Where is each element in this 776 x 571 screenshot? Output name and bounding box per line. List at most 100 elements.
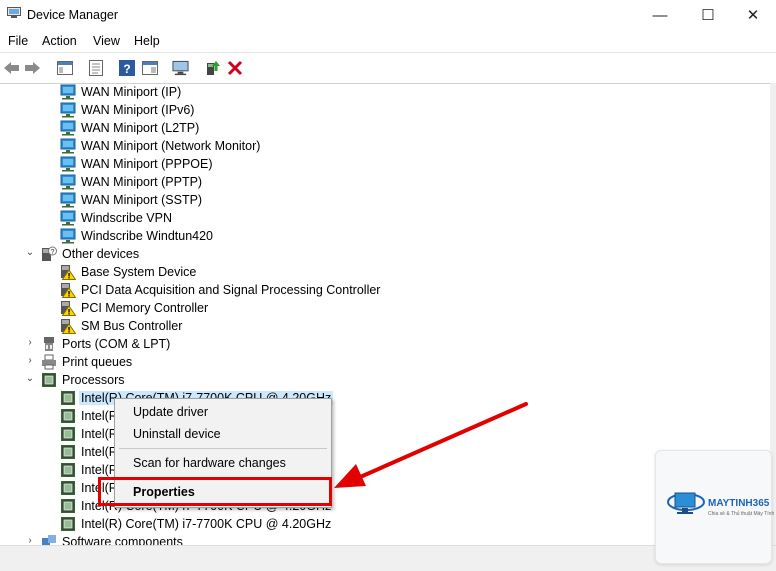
collapse-chevron-right-icon[interactable]: › bbox=[25, 536, 35, 546]
tree-item-label: Software components bbox=[62, 535, 183, 545]
network-adapter-icon bbox=[60, 192, 76, 208]
watermark-tagline: Chia sẻ & Thủ thuật Máy Tính bbox=[708, 511, 775, 517]
show-hide-console-tree-icon[interactable] bbox=[56, 59, 73, 76]
tree-item-label: Windscribe Windtun420 bbox=[81, 229, 214, 243]
forward-arrow-icon[interactable] bbox=[24, 59, 41, 76]
tree-category[interactable]: › Ports (COM & LPT) bbox=[0, 335, 770, 353]
device-manager-icon bbox=[7, 7, 21, 18]
monitor-icon[interactable] bbox=[172, 59, 189, 76]
menu-action[interactable]: Action bbox=[42, 34, 77, 48]
action-pane-icon[interactable] bbox=[141, 59, 158, 76]
network-adapter-icon bbox=[60, 156, 76, 172]
tree-device-row[interactable]: SM Bus Controller bbox=[0, 317, 770, 335]
software-component-icon bbox=[41, 534, 57, 545]
warning-device-icon bbox=[60, 282, 77, 298]
toolbar: ? bbox=[0, 52, 776, 84]
tree-device-row[interactable]: WAN Miniport (PPTP) bbox=[0, 173, 770, 191]
network-adapter-icon bbox=[60, 210, 76, 226]
network-adapter-icon bbox=[60, 228, 76, 244]
tree-item-label: Intel(R) Core(TM) i7-7700K CPU @ 4.20GHz bbox=[81, 517, 332, 531]
context-separator bbox=[119, 448, 327, 449]
uninstall-device-icon[interactable] bbox=[226, 59, 243, 76]
enable-device-icon[interactable] bbox=[204, 59, 221, 76]
warning-device-icon bbox=[60, 318, 77, 334]
tree-item-label: Processors bbox=[62, 373, 125, 387]
maytinh365-watermark: MAYTINH365 Chia sẻ & Thủ thuật Máy Tính bbox=[655, 450, 775, 564]
update-driver-item[interactable]: Update driver bbox=[133, 405, 208, 419]
menu-view[interactable]: View bbox=[93, 34, 120, 48]
expand-chevron-down-icon[interactable]: ⌄ bbox=[25, 248, 35, 258]
tree-item-label: Windscribe VPN bbox=[81, 211, 172, 225]
svg-text:?: ? bbox=[51, 249, 55, 256]
processor-icon bbox=[60, 516, 76, 532]
red-arrow-annotation bbox=[334, 402, 528, 488]
expand-chevron-down-icon[interactable]: ⌄ bbox=[25, 374, 35, 384]
tree-item-label: Other devices bbox=[62, 247, 140, 261]
menu-help[interactable]: Help bbox=[134, 34, 160, 48]
tree-item-label: PCI Data Acquisition and Signal Processi… bbox=[81, 283, 381, 297]
tree-device-row[interactable]: PCI Memory Controller bbox=[0, 299, 770, 317]
network-adapter-icon bbox=[60, 102, 76, 118]
warning-device-icon bbox=[60, 264, 77, 280]
tree-category[interactable]: › Print queues bbox=[0, 353, 770, 371]
properties-sheet-icon[interactable] bbox=[87, 59, 104, 76]
tree-device-row[interactable]: WAN Miniport (IP) bbox=[0, 83, 770, 101]
processor-icon bbox=[60, 408, 76, 424]
tree-item-label: WAN Miniport (Network Monitor) bbox=[81, 139, 261, 153]
printer-icon bbox=[41, 354, 57, 370]
back-arrow-icon[interactable] bbox=[3, 59, 20, 76]
processor-icon bbox=[60, 426, 76, 442]
tree-device-row[interactable]: Windscribe VPN bbox=[0, 209, 770, 227]
processor-icon bbox=[60, 480, 76, 496]
properties-highlight-box bbox=[98, 477, 332, 506]
processor-icon bbox=[60, 444, 76, 460]
close-button[interactable]: ✕ bbox=[730, 0, 776, 30]
svg-text:?: ? bbox=[123, 62, 130, 76]
tree-item-label: PCI Memory Controller bbox=[81, 301, 209, 315]
minimize-button[interactable]: — bbox=[637, 0, 683, 30]
tree-device-row[interactable]: Base System Device bbox=[0, 263, 770, 281]
tree-category[interactable]: ⌄? Other devices bbox=[0, 245, 770, 263]
maximize-button[interactable]: ☐ bbox=[685, 0, 731, 30]
collapse-chevron-right-icon[interactable]: › bbox=[25, 338, 35, 348]
network-adapter-icon bbox=[60, 174, 76, 190]
tree-device-row[interactable]: WAN Miniport (PPPOE) bbox=[0, 155, 770, 173]
maytinh365-logo-icon bbox=[667, 492, 705, 514]
tree-item-label: SM Bus Controller bbox=[81, 319, 183, 333]
processor-icon bbox=[60, 462, 76, 478]
processor-icon bbox=[41, 372, 57, 388]
tree-item-label: WAN Miniport (IP) bbox=[81, 85, 182, 99]
watermark-brand: MAYTINH365 bbox=[708, 498, 770, 509]
tree-device-row[interactable]: WAN Miniport (Network Monitor) bbox=[0, 137, 770, 155]
warning-device-icon bbox=[60, 300, 77, 316]
tree-item-label: Ports (COM & LPT) bbox=[62, 337, 171, 351]
tree-item-label: Base System Device bbox=[81, 265, 197, 279]
collapse-chevron-right-icon[interactable]: › bbox=[25, 356, 35, 366]
tree-device-row[interactable]: WAN Miniport (IPv6) bbox=[0, 101, 770, 119]
help-icon[interactable]: ? bbox=[118, 59, 135, 76]
tree-device-row[interactable]: PCI Data Acquisition and Signal Processi… bbox=[0, 281, 770, 299]
tree-device-row[interactable]: WAN Miniport (L2TP) bbox=[0, 119, 770, 137]
tree-device-row[interactable]: WAN Miniport (SSTP) bbox=[0, 191, 770, 209]
tree-device-row[interactable]: Windscribe Windtun420 bbox=[0, 227, 770, 245]
menu-bar: File Action View Help bbox=[0, 30, 776, 52]
menu-file[interactable]: File bbox=[8, 34, 28, 48]
unknown-device-icon: ? bbox=[41, 246, 57, 262]
window-title: Device Manager bbox=[27, 8, 119, 22]
title-bar: Device Manager — ☐ ✕ bbox=[0, 0, 776, 30]
tree-item-label: Print queues bbox=[62, 355, 133, 369]
uninstall-device-item[interactable]: Uninstall device bbox=[133, 427, 221, 441]
network-adapter-icon bbox=[60, 84, 76, 100]
network-adapter-icon bbox=[60, 120, 76, 136]
port-icon bbox=[41, 336, 57, 352]
tree-item-label: WAN Miniport (PPTP) bbox=[81, 175, 203, 189]
scan-hardware-item[interactable]: Scan for hardware changes bbox=[133, 456, 286, 470]
network-adapter-icon bbox=[60, 138, 76, 154]
processor-icon bbox=[60, 498, 76, 514]
tree-category[interactable]: ⌄ Processors bbox=[0, 371, 770, 389]
processor-icon bbox=[60, 390, 76, 406]
tree-item-label: WAN Miniport (L2TP) bbox=[81, 121, 200, 135]
tree-item-label: WAN Miniport (SSTP) bbox=[81, 193, 203, 207]
tree-item-label: WAN Miniport (IPv6) bbox=[81, 103, 195, 117]
tree-item-label: WAN Miniport (PPPOE) bbox=[81, 157, 213, 171]
